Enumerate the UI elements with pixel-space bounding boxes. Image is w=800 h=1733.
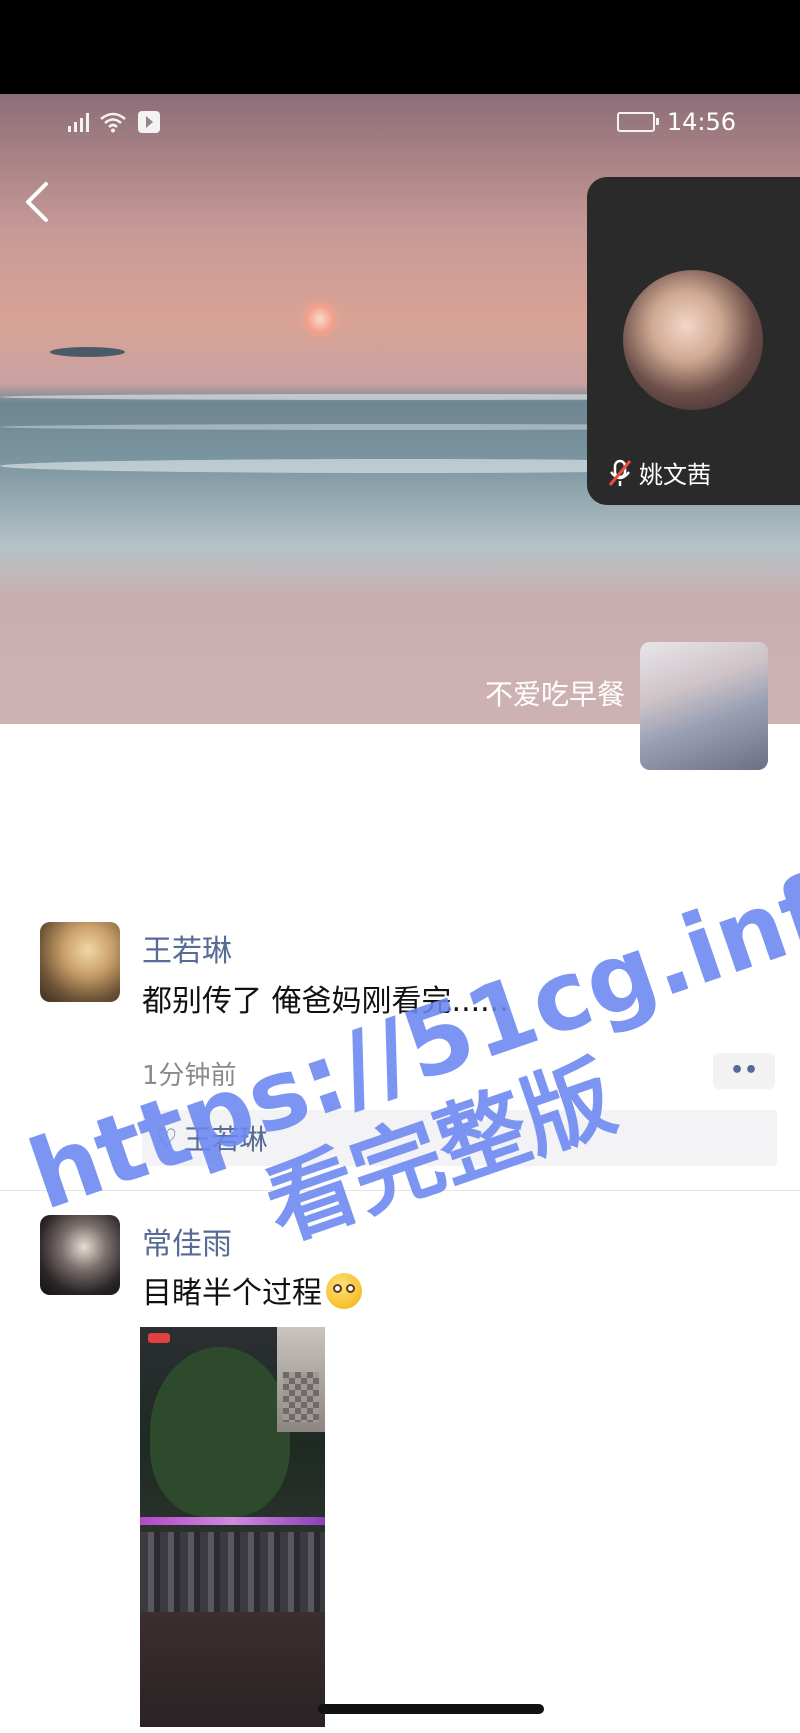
watermark-overlay: https://51cg.info/ 看完整版 xyxy=(20,821,800,1260)
comment-text: 目睹半个过程 xyxy=(142,1276,322,1311)
divider xyxy=(0,1190,800,1191)
watermark-url: https://51cg.info/ xyxy=(20,821,800,1231)
media-play-icon xyxy=(138,111,160,133)
dizzy-face-emoji-icon xyxy=(326,1273,362,1309)
battery-icon xyxy=(616,112,659,132)
comment-author[interactable]: 王若琳 xyxy=(142,926,232,970)
mosaic-blur xyxy=(283,1372,319,1422)
caller-label: 姚文茜 xyxy=(607,455,711,490)
signal-strength-icon xyxy=(68,112,89,132)
purple-lights xyxy=(140,1517,325,1525)
more-options-button[interactable]: •• xyxy=(713,1053,775,1089)
avatar[interactable] xyxy=(40,1215,120,1295)
attached-video-thumbnail[interactable] xyxy=(140,1327,325,1727)
comment-text: 都别传了 俺爸妈刚看完...... xyxy=(142,984,509,1019)
distant-island xyxy=(50,347,125,357)
tree xyxy=(150,1347,290,1517)
comment-text-row: 目睹半个过程 xyxy=(142,1268,362,1312)
wifi-icon xyxy=(100,112,126,133)
crowd xyxy=(140,1532,325,1612)
status-bar-left xyxy=(68,110,161,134)
caller-avatar xyxy=(623,270,763,410)
floating-video-call-window[interactable]: 姚文茜 xyxy=(587,177,800,505)
top-black-bar xyxy=(0,0,800,94)
status-bar-right: 14:56 xyxy=(616,108,736,136)
comment-time: 1分钟前 xyxy=(142,1061,237,1091)
mic-muted-icon xyxy=(608,459,632,486)
status-time: 14:56 xyxy=(666,108,736,136)
cover-owner-avatar[interactable] xyxy=(640,642,768,770)
home-indicator[interactable] xyxy=(318,1704,544,1714)
chevron-left-icon xyxy=(26,182,48,222)
heart-icon: ♡ xyxy=(156,1124,178,1152)
cover-owner-name[interactable]: 不爱吃早餐 xyxy=(440,673,625,713)
back-button[interactable] xyxy=(22,180,62,230)
likes-panel: ♡ 王若琳 xyxy=(142,1110,777,1166)
sunset-sun xyxy=(300,299,340,339)
recording-time-pill xyxy=(148,1333,170,1343)
ground xyxy=(140,1612,325,1727)
liker-name[interactable]: 王若琳 xyxy=(184,1118,268,1158)
caller-name: 姚文茜 xyxy=(639,461,711,489)
comment-author[interactable]: 常佳雨 xyxy=(142,1219,232,1263)
avatar[interactable] xyxy=(40,922,120,1002)
